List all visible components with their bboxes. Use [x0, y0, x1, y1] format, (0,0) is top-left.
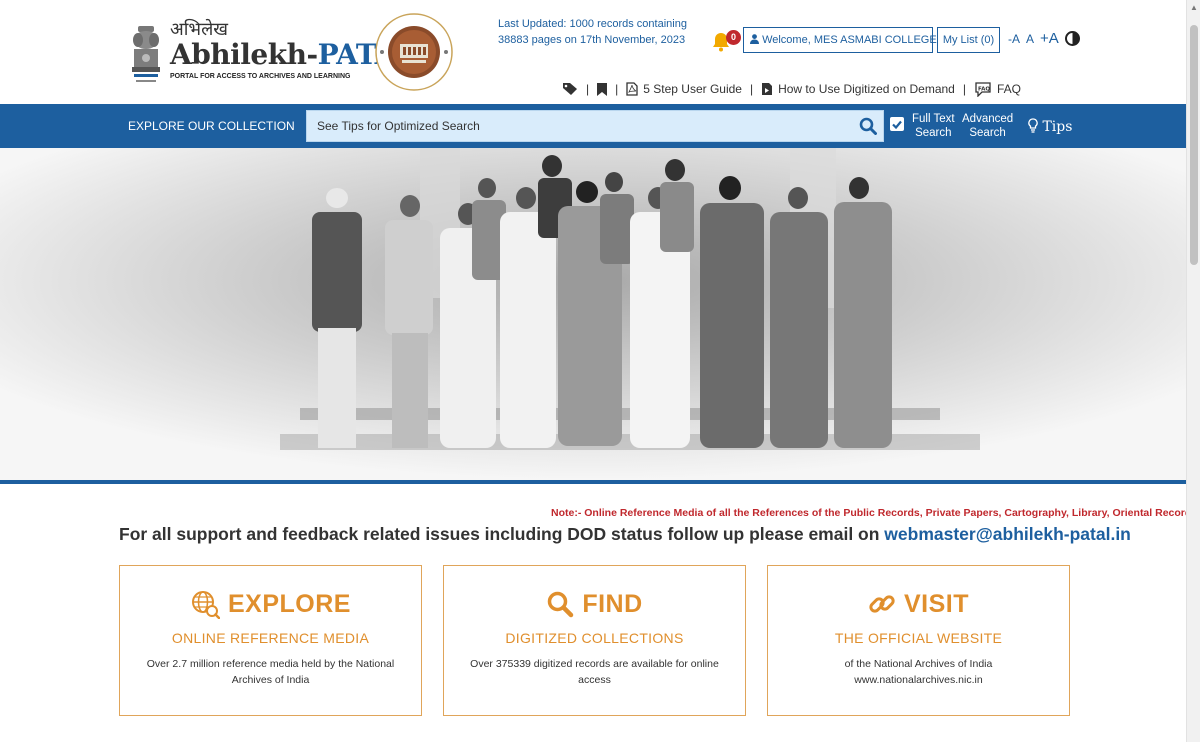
scroll-up-icon[interactable]: ▲	[1190, 3, 1198, 12]
user-guide-label: 5 Step User Guide	[643, 82, 742, 96]
digitized-on-demand-link[interactable]: How to Use Digitized on Demand	[761, 82, 955, 96]
search-input[interactable]	[307, 111, 883, 141]
fulltext-line1: Full Text	[912, 113, 955, 125]
emblem-icon[interactable]	[128, 24, 164, 90]
fulltext-checkbox[interactable]	[890, 117, 904, 131]
support-message: For all support and feedback related iss…	[119, 524, 1131, 545]
toolbar-divider: |	[962, 82, 966, 96]
visit-card-subtitle: THE OFFICIAL WEBSITE	[834, 630, 1003, 646]
historical-group-photo	[0, 148, 1186, 480]
scrollbar-thumb[interactable]	[1190, 25, 1198, 265]
support-email-link[interactable]: webmaster@abhilekh-patal.in	[884, 524, 1131, 544]
seal-icon[interactable]	[372, 10, 456, 94]
toolbar-divider: |	[749, 82, 754, 96]
faq-link[interactable]: FAQ FAQ	[974, 81, 1021, 97]
welcome-user-button[interactable]: Welcome, MES ASMABI COLLEGE	[743, 27, 937, 53]
main-navbar: EXPLORE OUR COLLECTION Full Text Search …	[0, 104, 1186, 148]
visit-card-heading: VISIT	[768, 588, 1069, 620]
video-icon	[762, 83, 773, 95]
visit-card-title: VISIT	[903, 589, 969, 618]
font-normal-button[interactable]: A	[1026, 32, 1034, 46]
font-increase-button[interactable]: +A	[1040, 30, 1059, 47]
fulltext-line2: Search	[915, 127, 952, 139]
support-text: For all support and feedback related iss…	[119, 524, 885, 544]
find-card[interactable]: FIND DIGITIZED COLLECTIONS Over 375339 d…	[443, 565, 746, 716]
advanced-line2: Search	[969, 127, 1006, 139]
visit-card[interactable]: VISIT THE OFFICIAL WEBSITE of the Nation…	[767, 565, 1070, 716]
explore-card-description: Over 2.7 million reference media held by…	[146, 658, 395, 686]
find-card-subtitle: DIGITIZED COLLECTIONS	[505, 630, 684, 646]
search-icon	[548, 591, 574, 618]
globe-icon	[192, 591, 220, 619]
digitized-on-demand-label: How to Use Digitized on Demand	[778, 82, 955, 96]
search-icon[interactable]	[859, 117, 877, 135]
hero-divider	[0, 480, 1186, 484]
site-header: अभिलेख Abhilekh-PATAL PORTAL FOR ACCESS …	[0, 0, 1186, 104]
explore-card-subtitle: ONLINE REFERENCE MEDIA	[171, 630, 370, 646]
user-guide-link[interactable]: 5 Step User Guide	[626, 82, 742, 96]
utility-toolbar: | | 5 Step User Guide | How to Use Digit…	[562, 79, 1021, 99]
find-card-heading: FIND	[444, 588, 745, 620]
notification-button[interactable]: 0	[712, 30, 742, 52]
fulltext-search-label[interactable]: Full Text Search	[912, 112, 955, 140]
explore-card-title: EXPLORE	[228, 589, 351, 618]
user-icon	[750, 34, 759, 44]
hero-banner	[0, 148, 1186, 480]
tips-label: Tips	[1042, 119, 1073, 135]
find-card-description: Over 375339 digitized records are availa…	[470, 658, 719, 686]
find-card-title: FIND	[582, 589, 643, 618]
contrast-icon[interactable]	[1064, 31, 1080, 46]
explore-card[interactable]: EXPLORE ONLINE REFERENCE MEDIA Over 2.7 …	[119, 565, 422, 716]
notification-count-badge: 0	[726, 30, 741, 45]
tips-link[interactable]: Tips	[1028, 118, 1072, 135]
bookmark-icon[interactable]	[597, 82, 608, 96]
reference-media-note: Note:- Online Reference Media of all the…	[551, 507, 1186, 519]
explore-card-heading: EXPLORE	[120, 588, 421, 620]
faq-label: FAQ	[996, 82, 1021, 96]
welcome-label: Welcome, MES ASMABI COLLEGE	[762, 34, 937, 46]
pdf-icon	[626, 82, 638, 96]
explore-collection-menu[interactable]: EXPLORE OUR COLLECTION	[128, 104, 295, 148]
visit-card-description: of the National Archives of India www.na…	[844, 658, 993, 686]
title-main: Abhilekh-	[170, 38, 318, 71]
link-icon	[869, 595, 895, 613]
font-decrease-button[interactable]: -A	[1008, 32, 1020, 46]
advanced-line1: Advanced	[962, 113, 1014, 125]
search-box	[306, 110, 884, 142]
advanced-search-link[interactable]: Advanced Search	[962, 112, 1013, 140]
my-list-button[interactable]: My List (0)	[937, 27, 1000, 53]
page-scrollbar[interactable]: ▲	[1186, 0, 1200, 742]
tag-icon[interactable]	[562, 82, 578, 96]
font-size-controls: -A A +A	[1008, 30, 1086, 47]
toolbar-divider: |	[615, 82, 619, 96]
faq-icon: FAQ	[975, 82, 991, 97]
toolbar-divider: |	[586, 82, 590, 96]
svg-text:FAQ: FAQ	[978, 87, 990, 93]
last-updated-text: Last Updated: 1000 records containing 38…	[498, 18, 687, 46]
bulb-icon	[1028, 118, 1038, 133]
